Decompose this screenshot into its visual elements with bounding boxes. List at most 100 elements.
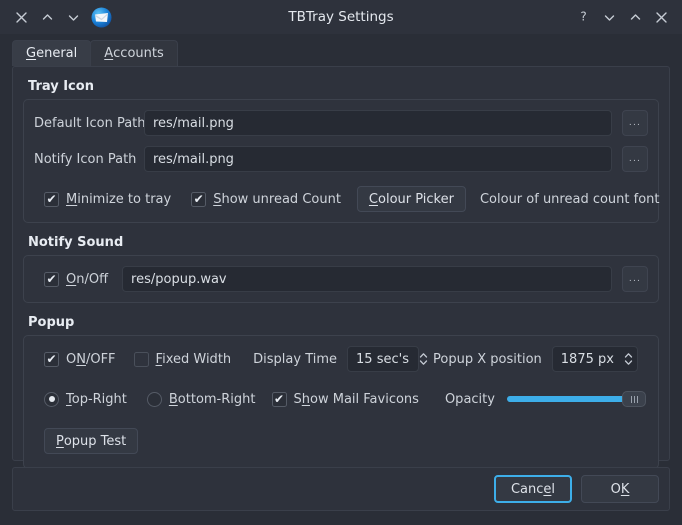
- help-icon[interactable]: ?: [570, 4, 596, 30]
- colour-picker-button[interactable]: Colour Picker: [356, 186, 466, 212]
- colour-picker-hint: Colour of unread count font: [479, 191, 660, 207]
- show-mail-favicons-label-pre: S: [293, 391, 302, 407]
- top-right-radio-indicator: [44, 391, 59, 407]
- tab-general-label: eneral: [36, 46, 78, 61]
- group-popup-title: Popup: [28, 315, 75, 330]
- display-time-label: Display Time: [253, 351, 338, 367]
- shade-up-icon[interactable]: [34, 4, 60, 30]
- notify-sound-on-off-mnemonic: O: [66, 271, 77, 287]
- group-popup: Popup ✔ ON/OFF Fixed Width Display Time …: [23, 313, 659, 469]
- group-tray-icon-box: Default Icon Path res/mail.png ... Notif…: [23, 99, 660, 223]
- minimize-to-tray-checkbox[interactable]: ✔ Minimize to tray: [44, 191, 171, 207]
- popup-on-off-mnemonic: N: [76, 351, 86, 367]
- display-time-value: 15 sec's: [356, 351, 409, 367]
- minimize-to-tray-label: Minimize to tray: [66, 192, 171, 207]
- tab-bar: General Accounts: [12, 40, 682, 66]
- show-mail-favicons-check-glyph: ✔: [271, 391, 287, 407]
- cancel-button[interactable]: Canc e l: [494, 475, 572, 503]
- popup-on-off-label-rest: /OFF: [85, 351, 116, 367]
- dialog-button-box: Canc e l OK: [12, 467, 670, 511]
- ok-mnemonic: K: [620, 481, 630, 497]
- tab-general-mnemonic: G: [26, 46, 37, 61]
- title-bar-right-controls: ?: [570, 4, 682, 30]
- popup-test-button[interactable]: Popup Test: [44, 428, 139, 454]
- title-bar: TBTray Settings ?: [0, 0, 682, 34]
- default-icon-path-input[interactable]: res/mail.png: [144, 110, 612, 136]
- display-time-spin-arrows[interactable]: [419, 352, 428, 366]
- fixed-width-label-rest: ixed Width: [162, 351, 232, 367]
- cancel-label-rest: l: [551, 481, 556, 497]
- group-notify-sound-title: Notify Sound: [28, 235, 124, 250]
- group-notify-sound-box: ✔ On/Off res/popup.wav ...: [23, 255, 659, 303]
- tab-general[interactable]: General: [12, 40, 92, 66]
- fixed-width-label: Fixed Width: [156, 352, 232, 367]
- show-unread-count-label: Show unread Count: [213, 192, 341, 207]
- ok-label-pre: O: [610, 481, 621, 497]
- notify-sound-row: ✔ On/Off res/popup.wav ...: [34, 264, 648, 294]
- thunderbird-mail-icon[interactable]: [90, 6, 112, 28]
- group-tray-icon-title: Tray Icon: [28, 79, 94, 94]
- top-right-label-rest: op-Right: [71, 391, 127, 407]
- tab-accounts-mnemonic: A: [104, 46, 114, 61]
- colour-picker-mnemonic: C: [368, 191, 378, 207]
- ok-button[interactable]: OK: [581, 475, 659, 503]
- display-time-spinbox[interactable]: 15 sec's: [347, 346, 428, 372]
- popup-test-row: Popup Test: [34, 426, 648, 456]
- show-mail-favicons-checkbox[interactable]: ✔ Show Mail Favicons: [271, 391, 419, 407]
- bottom-right-label: Bottom-Right: [169, 392, 256, 407]
- notify-icon-path-browse-button[interactable]: ...: [622, 146, 648, 172]
- notify-icon-path-row: Notify Icon Path res/mail.png ...: [34, 144, 648, 174]
- opacity-slider-fill: [506, 396, 634, 402]
- popup-x-position-value: 1875 px: [560, 351, 614, 367]
- cancel-mnemonic: e: [543, 481, 552, 497]
- notify-icon-path-label: Notify Icon Path: [34, 151, 137, 167]
- show-unread-count-label-rest: how unread Count: [221, 191, 341, 207]
- cancel-label-pre: Canc: [510, 481, 544, 497]
- fixed-width-checkbox[interactable]: Fixed Width: [133, 351, 232, 367]
- fixed-width-check-glyph: [133, 351, 149, 367]
- popup-test-mnemonic: P: [56, 433, 64, 449]
- notify-sound-browse-button[interactable]: ...: [622, 266, 648, 292]
- title-bar-left-controls: [0, 4, 112, 30]
- shade-down-icon[interactable]: [60, 4, 86, 30]
- tab-page-general: Tray Icon Default Icon Path res/mail.png…: [12, 66, 670, 469]
- opacity-slider[interactable]: [506, 388, 646, 410]
- minimize-to-tray-check-glyph: ✔: [44, 191, 59, 207]
- top-right-radio[interactable]: Top-Right: [44, 391, 127, 407]
- close-icon[interactable]: [8, 4, 34, 30]
- bottom-right-radio-indicator: [146, 391, 162, 407]
- group-notify-sound: Notify Sound ✔ On/Off res/popup.wav ...: [23, 233, 659, 303]
- opacity-slider-handle[interactable]: [622, 391, 646, 407]
- popup-x-position-label: Popup X position: [433, 351, 542, 367]
- notify-sound-on-off-check-glyph: ✔: [44, 271, 59, 287]
- tab-accounts-label: ccounts: [113, 46, 164, 61]
- popup-on-off-label: ON/OFF: [66, 352, 116, 367]
- popup-on-off-label-pre: O: [66, 351, 77, 367]
- show-unread-count-check-glyph: ✔: [191, 191, 207, 207]
- popup-on-off-checkbox[interactable]: ✔ ON/OFF: [44, 351, 116, 367]
- minimize-icon[interactable]: [596, 4, 622, 30]
- show-mail-favicons-label: Show Mail Favicons: [294, 392, 419, 407]
- default-icon-path-browse-button[interactable]: ...: [622, 110, 648, 136]
- bottom-right-radio[interactable]: Bottom-Right: [146, 391, 256, 407]
- popup-test-label-rest: opup Test: [63, 433, 127, 449]
- minimize-to-tray-label-rest: inimize to tray: [77, 191, 172, 207]
- top-right-label: Top-Right: [66, 392, 127, 407]
- notify-sound-path-input[interactable]: res/popup.wav: [122, 266, 612, 292]
- tab-accounts[interactable]: Accounts: [90, 40, 178, 66]
- bottom-right-label-rest: ottom-Right: [177, 391, 256, 407]
- notify-sound-on-off-checkbox[interactable]: ✔ On/Off: [44, 271, 108, 287]
- notify-sound-on-off-label: On/Off: [66, 272, 108, 287]
- show-mail-favicons-label-rest: ow Mail Favicons: [310, 391, 419, 407]
- tray-icon-options-row: ✔ Minimize to tray ✔ Show unread Count C…: [34, 184, 660, 214]
- popup-options-row: ✔ ON/OFF Fixed Width Display Time 15 sec…: [34, 344, 648, 374]
- notify-icon-path-input[interactable]: res/mail.png: [144, 146, 612, 172]
- show-mail-favicons-mnemonic: h: [301, 391, 311, 407]
- notify-sound-on-off-label-rest: n/Off: [76, 271, 109, 287]
- popup-x-position-spin-arrows[interactable]: [624, 352, 633, 366]
- close-icon[interactable]: [648, 4, 674, 30]
- group-tray-icon: Tray Icon Default Icon Path res/mail.png…: [23, 77, 660, 223]
- popup-x-position-spinbox[interactable]: 1875 px: [551, 346, 638, 372]
- show-unread-count-checkbox[interactable]: ✔ Show unread Count: [191, 191, 341, 207]
- maximize-icon[interactable]: [622, 4, 648, 30]
